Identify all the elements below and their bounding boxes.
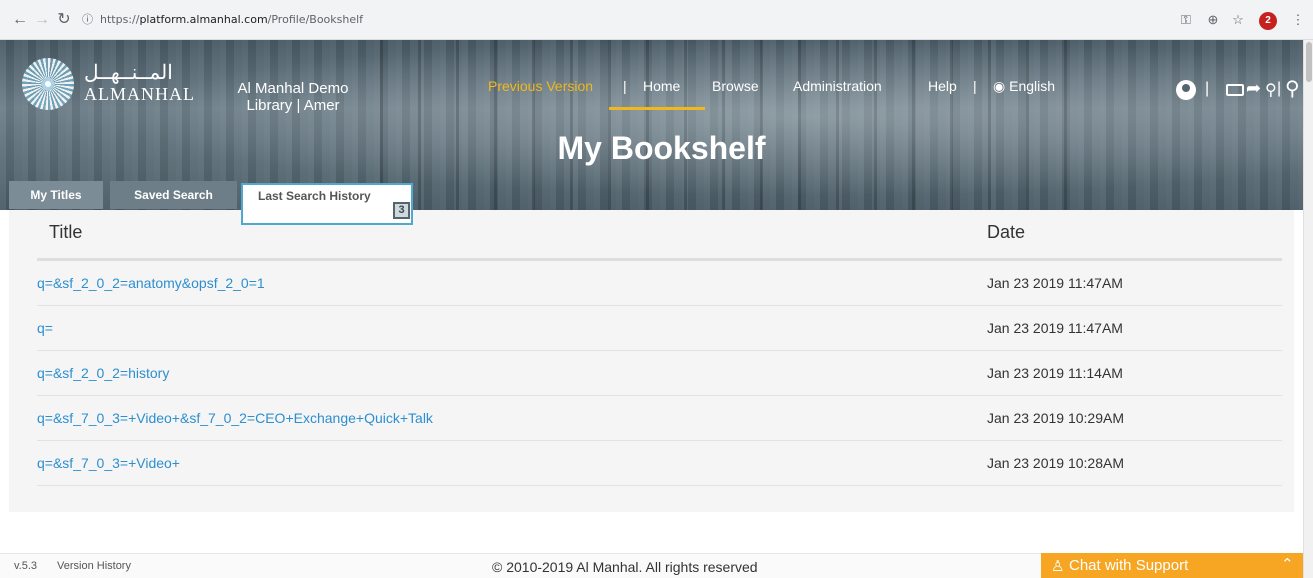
page-title: My Bookshelf [557, 130, 766, 166]
search-query-link[interactable]: q=&sf_2_0_2=anatomy&opsf_2_0=1 [37, 275, 265, 291]
nav-browse[interactable]: Browse [712, 78, 759, 94]
almanhal-logo[interactable]: المــنــهــل ALMANHAL [22, 58, 202, 110]
search-date: Jan 23 2019 10:28AM [987, 455, 1124, 471]
logo-latin-text: ALMANHAL [84, 84, 195, 104]
search-date: Jan 23 2019 11:47AM [987, 275, 1123, 291]
search-query-link[interactable]: q= [37, 320, 53, 336]
search-query-link[interactable]: q=&sf_7_0_3=+Video+ [37, 455, 180, 471]
language-label: English [1009, 78, 1056, 94]
back-icon[interactable]: ← [10, 10, 30, 30]
logo-emblem-icon [22, 58, 74, 110]
column-header-title: Title [49, 222, 83, 242]
tab-hint-badge: 3 [393, 202, 410, 219]
library-line-1: Al Manhal Demo [237, 80, 349, 97]
header-separator: | [1205, 80, 1210, 97]
share-arrow-icon[interactable]: ➦ [1246, 78, 1261, 99]
tab-my-titles[interactable]: My Titles [9, 181, 103, 209]
table-row: q=&sf_7_0_3=+Video+&sf_7_0_2=CEO+Exchang… [37, 396, 1282, 441]
person-icon: ♙ [1051, 558, 1065, 575]
search-icon[interactable]: ⚲ [1265, 80, 1277, 100]
chevron-up-icon: ⌃ [1281, 556, 1294, 573]
scrollbar-thumb[interactable] [1306, 42, 1312, 82]
chat-with-support-button[interactable]: ♙ Chat with Support ⌃ [1041, 553, 1303, 578]
search-query-link[interactable]: q=&sf_7_0_3=+Video+&sf_7_0_2=CEO+Exchang… [37, 410, 433, 426]
search-query-link[interactable]: q=&sf_2_0_2=history [37, 365, 169, 381]
menu-icon[interactable]: ⋮ [1288, 10, 1308, 30]
keyboard-icon[interactable] [1226, 84, 1244, 96]
nav-separator: | [623, 78, 627, 94]
scrollbar[interactable] [1303, 40, 1313, 578]
tab-last-search-history[interactable]: Last Search History [241, 183, 413, 225]
tab-saved-search[interactable]: Saved Search [110, 181, 237, 209]
forward-icon[interactable]: → [32, 10, 52, 30]
table-row: q= Jan 23 2019 11:47AM [37, 306, 1282, 351]
version-number: v.5.3 [14, 560, 38, 572]
info-icon[interactable]: ⓘ [82, 6, 93, 34]
star-icon[interactable]: ☆ [1228, 10, 1248, 30]
library-line-2: Library | Amer [246, 97, 340, 114]
table-row: q=&sf_2_0_2=history Jan 23 2019 11:14AM [37, 351, 1282, 396]
search-date: Jan 23 2019 11:47AM [987, 320, 1123, 336]
key-icon[interactable]: ⚿ [1176, 10, 1196, 30]
profile-avatar[interactable]: 2 [1259, 12, 1277, 30]
chat-label: Chat with Support [1069, 557, 1189, 574]
browser-toolbar: ← → ↻ ⓘ https://platform.almanhal.com/Pr… [0, 0, 1313, 40]
copyright-text: © 2010-2019 Al Manhal. All rights reserv… [492, 559, 758, 575]
nav-previous-version[interactable]: Previous Version [488, 78, 593, 94]
table-row: q=&sf_2_0_2=anatomy&opsf_2_0=1 Jan 23 20… [37, 261, 1282, 306]
globe-icon: ◉ [993, 78, 1010, 94]
url-path: /Profile/Bookshelf [267, 13, 364, 26]
nav-separator: | [973, 78, 977, 94]
zoom-icon[interactable]: ⊕ [1203, 10, 1223, 30]
search-toggle-icon[interactable]: ⚲ [1285, 76, 1300, 101]
table-row: q=&sf_7_0_3=+Video+ Jan 23 2019 10:28AM [37, 441, 1282, 486]
url-host: platform.almanhal.com [139, 13, 268, 26]
logo-arabic-text: المــنــهــل [84, 60, 173, 84]
library-name: Al Manhal Demo Library | Amer [218, 80, 368, 114]
search-date: Jan 23 2019 10:29AM [987, 410, 1124, 426]
search-date: Jan 23 2019 11:14AM [987, 365, 1123, 381]
version-history-link[interactable]: Version History [57, 560, 131, 572]
home-active-indicator [609, 107, 705, 110]
nav-help[interactable]: Help [928, 78, 957, 94]
nav-language[interactable]: ◉ English [993, 78, 1055, 95]
reload-icon[interactable]: ↻ [54, 10, 74, 30]
address-bar[interactable]: ⓘ https://platform.almanhal.com/Profile/… [78, 6, 1198, 34]
url-prefix: https:// [100, 13, 140, 26]
nav-home[interactable]: Home [643, 78, 680, 94]
column-header-date: Date [987, 222, 1026, 242]
user-account-icon[interactable] [1176, 80, 1196, 100]
nav-administration[interactable]: Administration [793, 78, 882, 94]
header-separator: | [1277, 80, 1282, 97]
